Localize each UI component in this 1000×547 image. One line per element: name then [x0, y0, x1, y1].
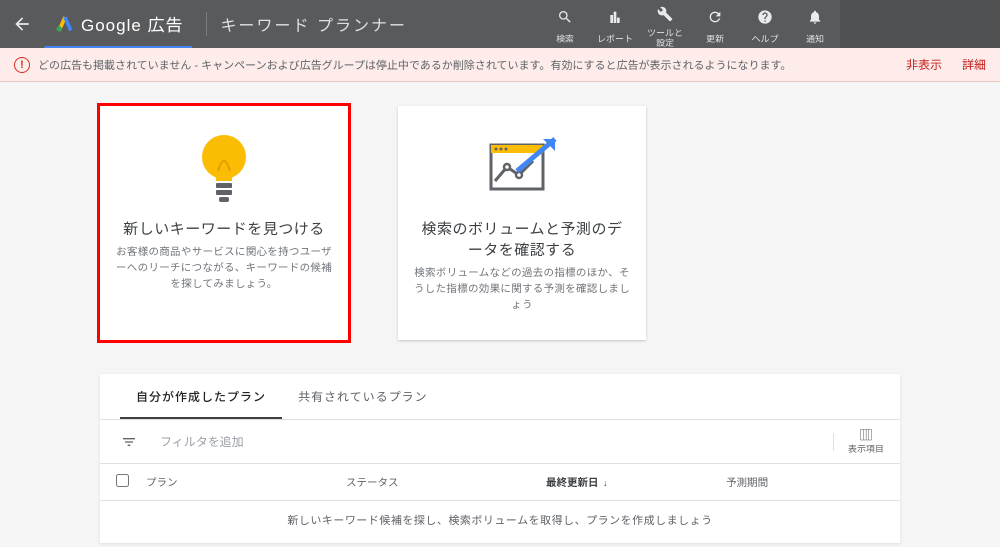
forecast-card[interactable]: 検索のボリュームと予測のデータを確認する 検索ボリュームなどの過去の指標のほか、…	[398, 106, 646, 340]
banner-hide-link[interactable]: 非表示	[906, 56, 942, 73]
card-desc: お客様の商品やサービスに関心を持つユーザーへのリーチにつながる、キーワードの候補…	[116, 245, 332, 292]
icon-label: 更新	[706, 32, 724, 45]
card-desc: 検索ボリュームなどの過去の指標のほか、そうした指標の効果に関する予測を確認しまし…	[414, 266, 630, 313]
sort-desc-icon: ↓	[601, 478, 608, 488]
refresh-icon	[707, 9, 723, 29]
icon-label: ヘルプ	[751, 32, 778, 45]
th-period[interactable]: 予測期間	[726, 475, 884, 490]
columns-label: 表示項目	[848, 442, 884, 455]
refresh-button[interactable]: 更新	[690, 0, 740, 48]
banner-message: どの広告も掲載されていません - キャンペーンおよび広告グループは停止中であるか…	[38, 57, 791, 73]
arrow-left-icon	[12, 14, 32, 34]
help-icon	[757, 9, 773, 29]
back-button[interactable]	[0, 0, 44, 48]
product-logo-area[interactable]: Google 広告	[44, 0, 192, 48]
filter-button[interactable]	[116, 434, 142, 450]
banner-details-link[interactable]: 詳細	[962, 56, 986, 73]
bell-icon	[807, 9, 823, 29]
search-icon	[557, 9, 573, 29]
discover-keywords-card[interactable]: 新しいキーワードを見つける お客様の商品やサービスに関心を持つユーザーへのリーチ…	[100, 106, 348, 340]
columns-button[interactable]: ▥ 表示項目	[848, 428, 884, 455]
alert-banner: ! どの広告も掲載されていません - キャンペーンおよび広告グループは停止中であ…	[0, 48, 1000, 82]
wrench-icon	[657, 6, 673, 26]
funnel-icon	[121, 434, 137, 450]
th-plan[interactable]: プラン	[146, 475, 346, 490]
product-name: Google 広告	[81, 11, 184, 36]
icon-label: 検索	[556, 32, 574, 45]
notifications-button[interactable]: 通知	[790, 0, 840, 48]
icon-label: ツールと 設定	[647, 29, 683, 49]
search-button[interactable]: 検索	[540, 0, 590, 48]
columns-icon: ▥	[859, 428, 873, 442]
plans-panel: 自分が作成したプラン 共有されているプラン フィルタを追加 ▥ 表示項目 プラン…	[100, 374, 900, 543]
help-button[interactable]: ヘルプ	[740, 0, 790, 48]
tab-shared-plans[interactable]: 共有されているプラン	[282, 374, 444, 419]
tab-my-plans[interactable]: 自分が作成したプラン	[120, 374, 282, 419]
app-header: Google 広告 キーワード プランナー 検索 レポート ツールと 設定	[0, 0, 1000, 48]
card-title: 新しいキーワードを見つける	[123, 218, 325, 239]
chart-icon	[477, 126, 567, 212]
sub-product-name: キーワード プランナー	[206, 12, 407, 36]
alert-icon: !	[14, 57, 30, 73]
table-header: プラン ステータス 最終更新日 ↓ 予測期間	[100, 464, 900, 501]
report-icon	[607, 9, 623, 29]
plans-tabs: 自分が作成したプラン 共有されているプラン	[100, 374, 900, 420]
th-updated[interactable]: 最終更新日 ↓	[546, 475, 726, 490]
icon-label: 通知	[806, 32, 824, 45]
icon-label: レポート	[597, 32, 633, 45]
report-button[interactable]: レポート	[590, 0, 640, 48]
google-ads-logo-icon	[55, 13, 75, 33]
lightbulb-icon	[194, 126, 254, 212]
card-title: 検索のボリュームと予測のデータを確認する	[414, 218, 630, 260]
empty-state-text: 新しいキーワード候補を探し、検索ボリュームを取得し、プランを作成しましょう	[100, 501, 900, 543]
filter-placeholder[interactable]: フィルタを追加	[160, 433, 244, 450]
th-status[interactable]: ステータス	[346, 475, 546, 490]
filter-row: フィルタを追加 ▥ 表示項目	[100, 420, 900, 464]
account-area[interactable]	[840, 0, 1000, 48]
header-icon-group: 検索 レポート ツールと 設定 更新 ヘルプ	[540, 0, 840, 48]
tools-button[interactable]: ツールと 設定	[640, 0, 690, 48]
select-all-checkbox[interactable]	[116, 474, 129, 487]
